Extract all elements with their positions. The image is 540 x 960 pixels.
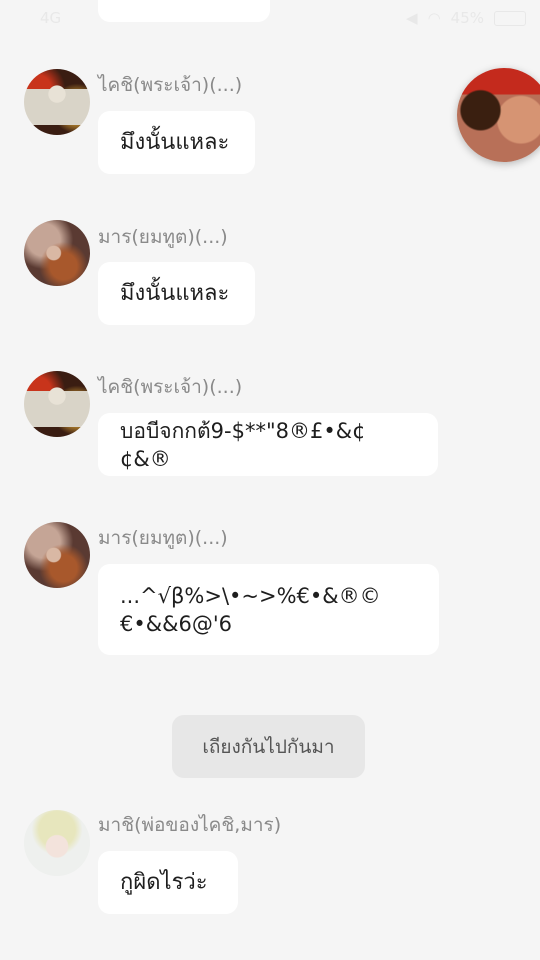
battery-percent: 45%	[450, 9, 484, 27]
avatar[interactable]	[24, 371, 90, 437]
sender-name: มาร(ยมทูต)(...)	[98, 527, 228, 549]
message-bubble[interactable]: มึงนั้นแหละ	[98, 262, 255, 325]
sender-name: ไคชิ(พระเจ้า)(...)	[98, 376, 243, 398]
wifi-icon: ◠	[427, 9, 441, 27]
message-bubble[interactable]: บอบีจกกต้9-$**"8®£•&¢¢&®	[98, 413, 438, 476]
avatar[interactable]	[24, 220, 90, 286]
avatar[interactable]	[24, 522, 90, 588]
avatar[interactable]	[24, 810, 90, 876]
battery-icon	[494, 10, 526, 26]
message-bubble[interactable]: กูผิดไรว่ะ	[98, 851, 238, 914]
sender-name: มาชิ(พ่อของไคชิ,มาร)	[98, 814, 282, 836]
system-notice: เถียงกันไปกันมา	[172, 715, 365, 778]
message-bubble[interactable]: มึงนั้นแหละ	[98, 111, 255, 174]
previous-message-bubble[interactable]	[98, 0, 270, 22]
floating-call-bubble[interactable]	[457, 68, 540, 162]
avatar[interactable]	[24, 69, 90, 135]
status-bar: 4G ◀ ◠ 45%	[0, 0, 540, 36]
network-indicator: 4G	[40, 9, 62, 27]
status-icons: ◀ ◠ 45%	[406, 9, 526, 27]
sender-name: ไคชิ(พระเจ้า)(...)	[98, 74, 243, 96]
sender-name: มาร(ยมทูต)(...)	[98, 226, 228, 248]
message-bubble[interactable]: ...^√β%>\•~>%€•&®© €•&&6@'6	[98, 564, 439, 655]
mute-icon: ◀	[406, 9, 418, 27]
